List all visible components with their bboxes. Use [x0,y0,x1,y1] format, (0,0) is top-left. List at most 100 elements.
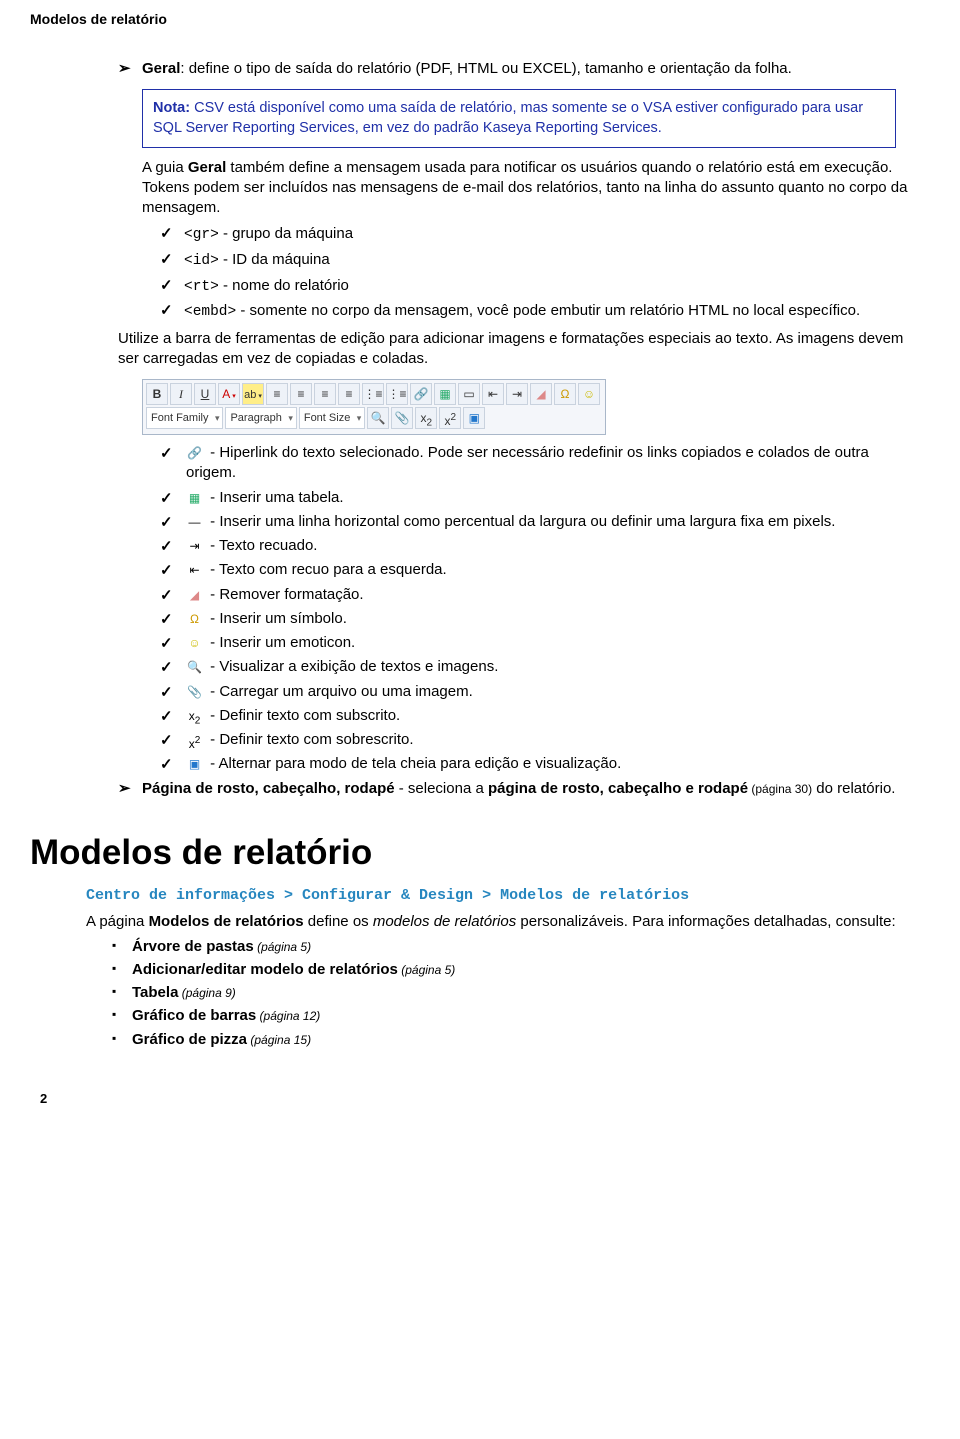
token-gr-code: <gr> [184,227,219,243]
indent-icon: ⇥ [186,539,203,554]
ul-button[interactable]: ⋮≡ [386,383,408,405]
token-embd-text: - somente no corpo da mensagem, você pod… [236,302,860,319]
hr-icon: — [186,515,203,530]
para1-b: Geral [188,159,226,176]
tool-hr: — - Inserir uma linha horizontal como pe… [138,512,920,532]
emoticon-button[interactable]: ☺ [578,383,600,405]
paragraph-2: Utilize a barra de ferramentas de edição… [118,329,920,370]
section-paragraph: A página Modelos de relatórios define os… [86,912,930,932]
bold-button[interactable]: B [146,383,168,405]
section-title: Modelos de relatório [30,829,930,876]
tool-indent-text: - Texto recuado. [206,537,317,554]
token-embd: <embd> - somente no corpo da mensagem, v… [138,301,920,323]
superscript-button[interactable]: x2 [439,407,461,429]
tool-table-text: - Inserir uma tabela. [206,489,344,506]
font-size-select[interactable]: Font Size [299,407,365,429]
symbol-button[interactable]: Ω [554,383,576,405]
tool-fullscreen: ▣ - Alternar para modo de tela cheia par… [138,754,920,774]
tool-removefmt: ◢ - Remover formatação. [138,585,920,605]
fullscreen-button[interactable]: ▣ [463,407,485,429]
token-gr: <gr> - grupo da máquina [138,224,920,246]
link-list: Árvore de pastas (página 5) Adicionar/ed… [112,937,930,1050]
subscript-button[interactable]: x2 [415,407,437,429]
link-2: Adicionar/editar modelo de relatórios (p… [112,960,930,980]
sec-e: personalizáveis. Para informações detalh… [516,913,895,930]
tool-symbol: Ω - Inserir um símbolo. [138,609,920,629]
eraser-button[interactable]: ◢ [530,383,552,405]
link-5-label[interactable]: Gráfico de pizza [132,1031,247,1048]
link-3-pref: (página 9) [178,986,235,1000]
table-icon: ▦ [186,491,203,506]
outdent-button[interactable]: ⇤ [482,383,504,405]
geral-bullet: Geral: define o tipo de saída do relatór… [118,59,920,79]
geral-text: : define o tipo de saída do relatório (P… [180,60,791,77]
token-rt-code: <rt> [184,279,219,295]
note-box: Nota: CSV está disponível como uma saída… [142,89,896,148]
tool-symbol-text: - Inserir um símbolo. [206,610,347,627]
table-button[interactable]: ▦ [434,383,456,405]
prc-c: do relatório. [812,780,895,797]
link-2-pref: (página 5) [398,963,455,977]
paragraph-select[interactable]: Paragraph [225,407,296,429]
align-left-button[interactable]: ≡ [266,383,288,405]
image-button[interactable]: ▭ [458,383,480,405]
link-3-label[interactable]: Tabela [132,984,178,1001]
link-icon: 🔗 [186,446,203,461]
geral-label: Geral [142,60,180,77]
token-rt-text: - nome do relatório [219,277,349,294]
eraser-icon: ◢ [186,588,203,603]
fontcolor-button[interactable]: A ▾ [218,383,240,405]
ol-button[interactable]: ⋮≡ [362,383,384,405]
editor-toolbar: B I U A ▾ ab ▾ ≡ ≡ ≡ ≡ ⋮≡ ⋮≡ 🔗 ▦ ▭ ⇤ ⇥ ◢… [142,379,606,435]
link-1-label[interactable]: Árvore de pastas [132,938,254,955]
prc-label: Página de rosto, cabeçalho, rodapé [142,780,395,797]
align-justify-button[interactable]: ≡ [338,383,360,405]
page-header: Modelos de relatório [30,10,930,29]
upload-button[interactable]: 📎 [391,407,413,429]
tool-outdent: ⇤ - Texto com recuo para a esquerda. [138,560,920,580]
token-id: <id> - ID da máquina [138,250,920,272]
smile-icon: ☺ [186,636,203,651]
sec-b: Modelos de relatórios [149,913,304,930]
link-4: Gráfico de barras (página 12) [112,1006,930,1026]
align-right-button[interactable]: ≡ [314,383,336,405]
para1-c: também define a mensagem usada para noti… [142,159,907,217]
prc-a: - seleciona a [395,780,488,797]
clip-icon: 📎 [186,685,203,700]
preview-button[interactable]: 🔍 [367,407,389,429]
breadcrumb: Centro de informações > Configurar & Des… [86,886,930,906]
para1-a: A guia [142,159,188,176]
tool-emoticon: ☺ - Inserir um emoticon. [138,633,920,653]
tool-upload: 📎 - Carregar um arquivo ou uma imagem. [138,682,920,702]
sec-d: modelos de relatórios [373,913,516,930]
tool-subscript-text: - Definir texto com subscrito. [206,707,400,724]
tool-fullscreen-text: - Alternar para modo de tela cheia para … [206,755,621,772]
font-family-select[interactable]: Font Family [146,407,223,429]
link-3: Tabela (página 9) [112,983,930,1003]
token-gr-text: - grupo da máquina [219,225,353,242]
tool-emoticon-text: - Inserir um emoticon. [206,634,355,651]
page-number: 2 [40,1090,47,1108]
italic-button[interactable]: I [170,383,192,405]
link-4-label[interactable]: Gráfico de barras [132,1007,256,1024]
link-1: Árvore de pastas (página 5) [112,937,930,957]
highlight-button[interactable]: ab ▾ [242,383,264,405]
link-5: Gráfico de pizza (página 15) [112,1030,930,1050]
fullscreen-icon: ▣ [186,757,203,772]
token-list: <gr> - grupo da máquina <id> - ID da máq… [138,224,920,322]
link-5-pref: (página 15) [247,1033,311,1047]
sec-a: A página [86,913,149,930]
underline-button[interactable]: U [194,383,216,405]
tool-table: ▦ - Inserir uma tabela. [138,488,920,508]
align-center-button[interactable]: ≡ [290,383,312,405]
token-id-code: <id> [184,253,219,269]
omega-icon: Ω [186,612,203,627]
prc-b: página de rosto, cabeçalho e rodapé [488,780,748,797]
tool-hyperlink-text: - Hiperlink do texto selecionado. Pode s… [186,444,869,481]
link-button[interactable]: 🔗 [410,383,432,405]
tool-outdent-text: - Texto com recuo para a esquerda. [206,561,447,578]
token-embd-code: <embd> [184,304,236,320]
link-2-label[interactable]: Adicionar/editar modelo de relatórios [132,961,398,978]
indent-button[interactable]: ⇥ [506,383,528,405]
link-4-pref: (página 12) [256,1009,320,1023]
